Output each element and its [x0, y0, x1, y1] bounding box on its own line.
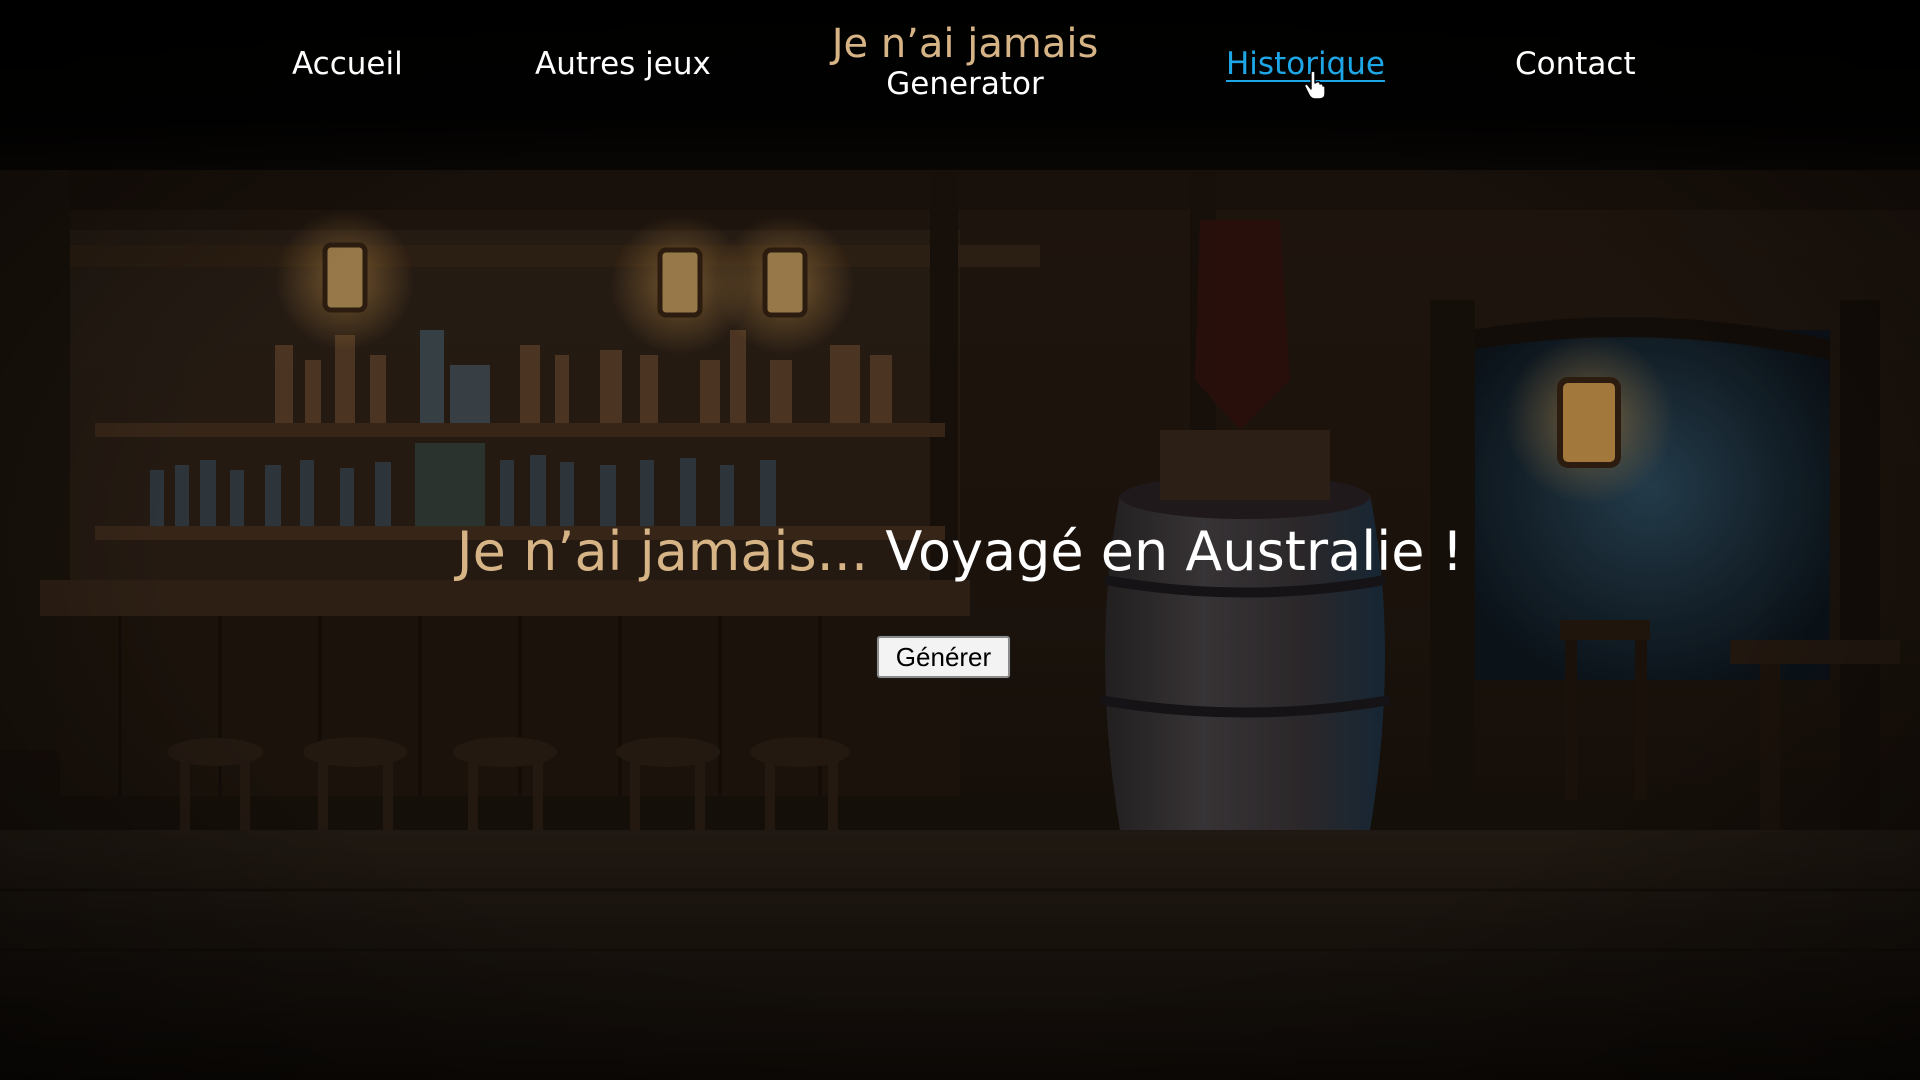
hand-pointer-cursor-icon: [1304, 70, 1326, 100]
nav-link-autres-jeux[interactable]: Autres jeux: [535, 46, 711, 82]
nav-link-contact[interactable]: Contact: [1515, 46, 1636, 82]
top-navigation: Accueil Autres jeux Je n’ai jamais Gener…: [0, 0, 1920, 170]
generate-button[interactable]: Générer: [877, 636, 1010, 678]
statement-prefix: Je n’ai jamais...: [456, 520, 869, 583]
site-logo[interactable]: Je n’ai jamais Generator: [780, 22, 1150, 102]
nav-link-accueil[interactable]: Accueil: [292, 46, 403, 82]
site-logo-subtitle: Generator: [886, 66, 1044, 102]
page: Accueil Autres jeux Je n’ai jamais Gener…: [0, 0, 1920, 1080]
statement-text: Voyagé en Australie !: [885, 520, 1464, 583]
generated-statement: Je n’ai jamais... Voyagé en Australie !: [0, 520, 1920, 583]
site-logo-title: Je n’ai jamais: [831, 21, 1099, 67]
